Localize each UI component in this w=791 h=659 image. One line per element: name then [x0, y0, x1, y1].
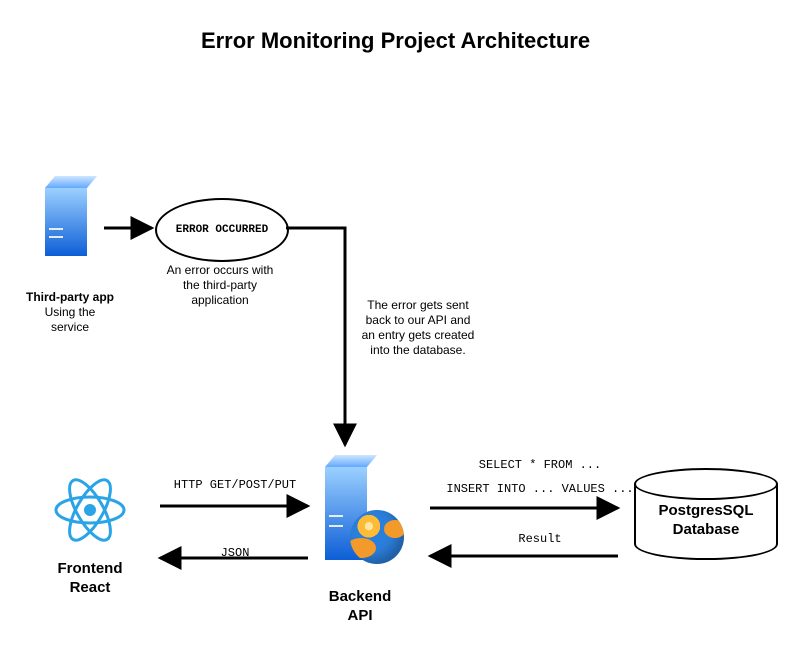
- third-party-subtitle: Using the service: [10, 305, 130, 335]
- database-title: PostgresSQL Database: [634, 502, 778, 540]
- edge-label-be-to-fe: JSON: [200, 546, 270, 561]
- react-logo-icon: [50, 470, 130, 550]
- error-event-ellipse: ERROR OCCURRED: [155, 198, 289, 262]
- diagram-title: Error Monitoring Project Architecture: [0, 28, 791, 54]
- frontend-title: Frontend React: [45, 560, 135, 598]
- error-event-caption: An error occurs with the third-party app…: [160, 263, 280, 308]
- third-party-server-icon: [45, 176, 87, 256]
- edge-label-result: Result: [480, 532, 600, 547]
- edge-label-fe-to-be: HTTP GET/POST/PUT: [160, 478, 310, 493]
- error-event-label: ERROR OCCURRED: [176, 224, 268, 236]
- globe-icon: [350, 510, 404, 564]
- backend-title: Backend API: [310, 588, 410, 626]
- edge-label-insert: INSERT INTO ... VALUES ...: [430, 482, 650, 497]
- edge-label-select: SELECT * FROM ...: [440, 458, 640, 473]
- third-party-title: Third-party app: [10, 290, 130, 305]
- error-flow-caption: The error gets sent back to our API and …: [358, 298, 478, 358]
